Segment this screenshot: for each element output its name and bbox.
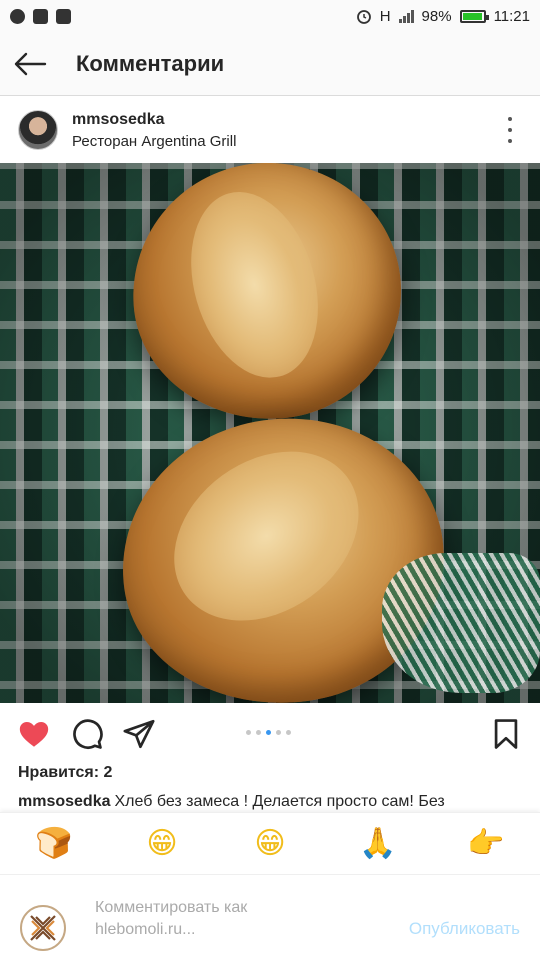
page-title: Комментарии — [76, 50, 225, 76]
hlebomoli-logo-icon — [30, 915, 56, 941]
instagram-icon — [56, 8, 71, 24]
pointing-hand-emoji[interactable]: 👉 — [456, 826, 516, 861]
carousel-dot — [286, 730, 291, 735]
bread-emoji[interactable]: 🍞 — [24, 826, 84, 861]
praying-hands-emoji[interactable]: 🙏 — [348, 826, 408, 861]
status-bar-right: H 98% 11:21 — [356, 8, 530, 25]
heart-icon — [19, 721, 49, 747]
comment-input[interactable]: Комментировать как hlebomoli.ru... — [95, 897, 335, 941]
carousel-dot — [276, 730, 281, 735]
save-button[interactable] — [489, 717, 523, 751]
emoji-quick-bar: 🍞 😁 😁 🙏 👉 — [0, 812, 540, 874]
comment-composer: Комментировать как hlebomoli.ru... Опубл… — [0, 874, 540, 960]
back-button[interactable] — [0, 32, 62, 96]
post-photo[interactable] — [0, 163, 540, 703]
status-bar-left — [10, 8, 71, 24]
send-icon — [123, 719, 155, 749]
post-meta: mmsosedka Ресторан Argentina Grill — [72, 111, 236, 150]
status-bar: H 98% 11:21 — [0, 0, 540, 32]
clock: 11:21 — [493, 7, 530, 25]
more-options-button[interactable] — [502, 117, 518, 143]
bookmark-icon — [494, 719, 518, 749]
battery-level — [462, 12, 483, 20]
post-caption: mmsosedka Хлеб без замеса ! Делается прос… — [18, 793, 528, 811]
cloth-fringe — [382, 553, 540, 693]
viber-icon — [10, 8, 25, 24]
carousel-dot — [256, 730, 261, 735]
comment-icon — [73, 719, 103, 749]
signal-icon — [398, 9, 414, 23]
more-vertical-icon — [508, 117, 512, 121]
carousel-indicator — [246, 730, 291, 735]
publish-button[interactable]: Опубликовать — [409, 919, 520, 939]
share-button[interactable] — [122, 717, 156, 751]
grinning-emoji[interactable]: 😁 — [132, 826, 192, 861]
like-button[interactable] — [17, 717, 51, 751]
carousel-dot — [266, 730, 271, 735]
network-type: H — [379, 7, 391, 25]
caption-text: Хлеб без замеса ! Делается просто сам! Б… — [114, 793, 445, 810]
avatar[interactable] — [18, 110, 58, 150]
post-location[interactable]: Ресторан Argentina Grill — [72, 133, 236, 150]
grinning-emoji-2[interactable]: 😁 — [240, 826, 300, 861]
carousel-dot — [246, 730, 251, 735]
caption-username[interactable]: mmsosedka — [18, 793, 111, 810]
post-username[interactable]: mmsosedka — [72, 111, 236, 129]
comment-button[interactable] — [70, 717, 104, 751]
comments-header: Комментарии — [0, 32, 540, 96]
post-header: mmsosedka Ресторан Argentina Grill — [0, 97, 540, 163]
alarm-icon — [356, 10, 371, 24]
likes-count[interactable]: Нравится: 2 — [18, 764, 112, 782]
image-icon — [33, 8, 48, 24]
arrow-left-icon — [14, 52, 47, 75]
post-actions — [0, 703, 540, 761]
current-user-avatar — [20, 905, 66, 951]
battery-percent: 98% — [421, 7, 452, 25]
battery-icon — [459, 9, 489, 23]
